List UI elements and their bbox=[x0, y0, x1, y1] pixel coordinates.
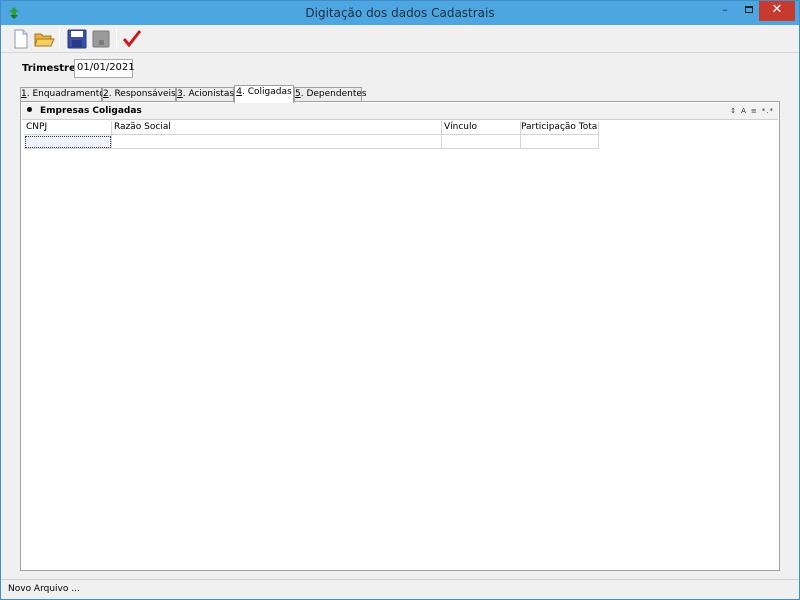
section-title: Empresas Coligadas bbox=[40, 106, 142, 116]
status-text: Novo Arquivo ... bbox=[8, 584, 80, 594]
window-title: Digitação dos dados Cadastrais bbox=[305, 6, 495, 20]
close-button[interactable]: ✕ bbox=[759, 1, 795, 21]
toolbar-separator bbox=[116, 29, 117, 49]
title-bar[interactable]: Digitação dos dados Cadastrais – ✕ bbox=[1, 1, 799, 25]
column-header-vinculo[interactable]: Vínculo bbox=[442, 121, 521, 135]
cell-razao-social[interactable] bbox=[112, 135, 442, 149]
tab-responsaveis[interactable]: 2. Responsáveis bbox=[102, 87, 176, 102]
list-icon[interactable]: ≡ bbox=[751, 107, 758, 115]
save-disabled-icon[interactable] bbox=[90, 28, 112, 50]
font-icon[interactable]: A bbox=[741, 107, 747, 115]
status-bar: Novo Arquivo ... bbox=[1, 579, 799, 599]
main-window: Digitação dos dados Cadastrais – ✕ Trime… bbox=[0, 0, 800, 600]
tab-coligadas[interactable]: 4. Coligadas bbox=[234, 85, 294, 103]
confirm-check-icon[interactable] bbox=[121, 28, 143, 50]
tab-enquadramento[interactable]: 1. Enquadramento bbox=[20, 87, 105, 102]
trimestre-label: Trimestre bbox=[22, 63, 76, 74]
new-file-icon[interactable] bbox=[10, 28, 32, 50]
coligadas-panel: Empresas Coligadas ↕ A ≡ *.* CNPJ Razão Soc… bbox=[20, 101, 780, 571]
column-header-cnpj[interactable]: CNPJ bbox=[24, 121, 112, 135]
save-icon[interactable] bbox=[66, 28, 88, 50]
open-folder-icon[interactable] bbox=[33, 28, 55, 50]
tab-dependentes[interactable]: 5. Dependentes bbox=[294, 87, 367, 102]
trimestre-input[interactable]: 01/01/2021 bbox=[74, 59, 135, 78]
filter-icon[interactable]: *.* bbox=[762, 107, 774, 115]
column-header-participacao-total[interactable]: Participação Total bbox=[521, 121, 599, 135]
minimize-button[interactable]: – bbox=[713, 1, 737, 21]
section-tools: ↕ A ≡ *.* bbox=[726, 107, 774, 115]
maximize-button[interactable] bbox=[737, 1, 761, 21]
cell-vinculo[interactable] bbox=[442, 135, 521, 149]
cell-cnpj[interactable] bbox=[24, 135, 112, 149]
maximize-icon bbox=[745, 6, 753, 13]
toolbar bbox=[1, 25, 799, 53]
column-header-razao-social[interactable]: Razão Social bbox=[112, 121, 442, 135]
bullet-icon bbox=[27, 107, 32, 112]
tab-acionistas[interactable]: 3. Acionistas bbox=[176, 87, 234, 102]
sort-icon[interactable]: ↕ bbox=[730, 107, 737, 115]
section-header: Empresas Coligadas ↕ A ≡ *.* bbox=[22, 103, 778, 120]
cell-participacao-total[interactable] bbox=[521, 135, 599, 149]
toolbar-separator bbox=[59, 29, 60, 49]
